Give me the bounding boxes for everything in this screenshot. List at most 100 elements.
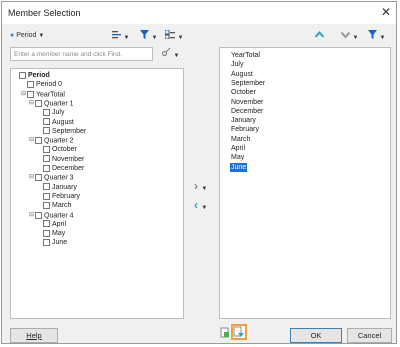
tree-node-label: March — [52, 202, 72, 210]
chevron-down-icon: ▼ — [173, 53, 180, 59]
tree-node-label: July — [52, 109, 65, 117]
ok-button[interactable]: OK — [290, 328, 342, 343]
member-tree[interactable]: Period Period 0 ⊟ YearTotal ⊟ Quarter 1 July Au… — [10, 68, 184, 319]
selected-member[interactable]: July — [230, 60, 244, 69]
selected-member[interactable]: November — [230, 98, 264, 107]
tree-node[interactable]: May — [37, 229, 65, 238]
cancel-button[interactable]: Cancel — [347, 328, 392, 343]
tree-node[interactable]: December — [37, 164, 84, 173]
chevron-down-icon: ▼ — [379, 35, 386, 41]
selected-member[interactable]: February — [230, 125, 260, 134]
selected-member[interactable]: June — [230, 162, 248, 172]
tree-node-checkbox[interactable] — [19, 71, 26, 79]
tree-node-label: December — [52, 165, 85, 172]
selected-member[interactable]: January — [230, 116, 257, 125]
tree-node[interactable]: August — [37, 118, 74, 127]
member-selection-dialog: Member Selection ✕ ● Period ▼ ▼ ▼ ▼ ▼ ▼ … — [1, 1, 397, 344]
add-to-selection-icon[interactable] — [220, 327, 230, 340]
find-icon — [161, 47, 171, 57]
tree-node-label: Period 0 — [36, 81, 63, 89]
tree-node[interactable]: April — [37, 220, 66, 229]
tree-node[interactable]: October — [37, 145, 77, 154]
tree-node[interactable]: ⊟ Quarter 1 — [29, 99, 74, 108]
tree-expand-icon — [164, 29, 175, 40]
tree-node-checkbox[interactable] — [35, 211, 42, 219]
tree-node[interactable]: ⊟ Quarter 4 — [29, 211, 74, 220]
chevron-left-icon: ‹ — [194, 198, 198, 212]
selected-member[interactable]: October — [230, 88, 257, 97]
tree-node-checkbox[interactable] — [43, 146, 50, 154]
tree-node-label: January — [52, 183, 77, 191]
add-member-button[interactable]: › ▼ — [194, 179, 207, 193]
tree-node[interactable]: Period 0 — [21, 80, 62, 89]
selection-list[interactable]: YearTotal July August September October Novem… — [219, 47, 391, 319]
remove-member-button[interactable]: ‹ ▼ — [194, 198, 207, 212]
tree-node-checkbox[interactable] — [43, 127, 50, 135]
selected-member[interactable]: March — [230, 135, 251, 144]
tree-node-checkbox[interactable] — [35, 174, 42, 182]
selected-member[interactable]: May — [230, 153, 245, 162]
member-search-input[interactable] — [10, 47, 153, 61]
tree-node[interactable]: November — [37, 155, 84, 164]
tree-node-checkbox[interactable] — [43, 118, 50, 126]
dialog-title: Member Selection — [8, 8, 81, 18]
selected-member[interactable]: August — [230, 70, 254, 79]
tree-node[interactable]: February — [37, 192, 80, 201]
up-arrow-icon — [314, 30, 325, 38]
chevron-down-icon: ▼ — [201, 205, 208, 211]
tree-node[interactable]: ⊟ Quarter 3 — [29, 173, 74, 182]
chevron-down-icon: ▼ — [151, 35, 158, 41]
tree-node-label: May — [52, 230, 66, 238]
selected-member[interactable]: September — [230, 79, 266, 88]
selected-member[interactable]: April — [230, 144, 246, 153]
dimension-label: Period — [16, 32, 37, 39]
selected-member[interactable]: YearTotal — [230, 51, 261, 60]
tree-node-label: YearTotal — [36, 90, 65, 98]
tree-node-label: Quarter 4 — [44, 211, 74, 219]
tree-node-checkbox[interactable] — [43, 155, 50, 163]
list-view-icon — [112, 31, 121, 39]
move-up-button[interactable] — [314, 30, 325, 41]
selected-member[interactable]: December — [230, 107, 264, 116]
tree-node-checkbox[interactable] — [43, 108, 50, 116]
tree-node-checkbox[interactable] — [35, 137, 42, 145]
tree-node[interactable]: Period — [13, 71, 50, 80]
filter-icon — [368, 30, 377, 39]
dimension-selector[interactable]: ● Period ▼ — [10, 32, 44, 39]
chevron-down-icon: ▼ — [38, 33, 45, 39]
tree-node[interactable]: January — [37, 183, 77, 192]
filter-button[interactable]: ▼ — [140, 30, 157, 41]
help-button[interactable]: Help — [10, 328, 58, 343]
tree-node[interactable]: ⊟ YearTotal — [21, 90, 65, 99]
tree-node[interactable]: July — [37, 108, 64, 117]
selection-filter-button[interactable]: ▼ — [368, 30, 385, 41]
tree-node[interactable]: June — [37, 238, 67, 247]
chevron-right-icon: › — [194, 179, 198, 193]
close-icon[interactable]: ✕ — [381, 5, 391, 19]
tree-node-checkbox[interactable] — [43, 220, 50, 228]
tree-node-checkbox[interactable] — [43, 183, 50, 191]
tree-node[interactable]: ⊟ Quarter 2 — [29, 136, 74, 145]
tree-node-checkbox[interactable] — [43, 201, 50, 209]
tree-node-checkbox[interactable] — [27, 80, 34, 88]
tree-node[interactable]: September — [37, 127, 86, 136]
tree-node-checkbox[interactable] — [43, 164, 50, 172]
expand-collapse-button[interactable]: ▼ — [164, 29, 184, 41]
move-down-button[interactable]: ▼ — [340, 30, 358, 41]
tree-node-label: April — [52, 220, 67, 228]
selection-options-icon[interactable] — [231, 324, 247, 340]
tree-node-checkbox[interactable] — [43, 192, 50, 200]
tree-node[interactable]: March — [37, 201, 71, 210]
find-button[interactable]: ▼ — [161, 47, 179, 59]
chevron-down-icon: ▼ — [177, 35, 184, 41]
tree-node-checkbox[interactable] — [27, 90, 34, 98]
tree-node-label: February — [52, 192, 81, 200]
tree-node-checkbox[interactable] — [43, 229, 50, 237]
tree-node-checkbox[interactable] — [35, 99, 42, 107]
dimension-bullet-icon: ● — [10, 32, 15, 39]
tree-node-checkbox[interactable] — [43, 239, 50, 247]
tree-node-label: Quarter 3 — [44, 174, 74, 182]
member-properties-button[interactable]: ▼ — [112, 30, 129, 41]
tree-node-label: Period — [28, 72, 50, 79]
chevron-down-icon: ▼ — [123, 35, 130, 41]
